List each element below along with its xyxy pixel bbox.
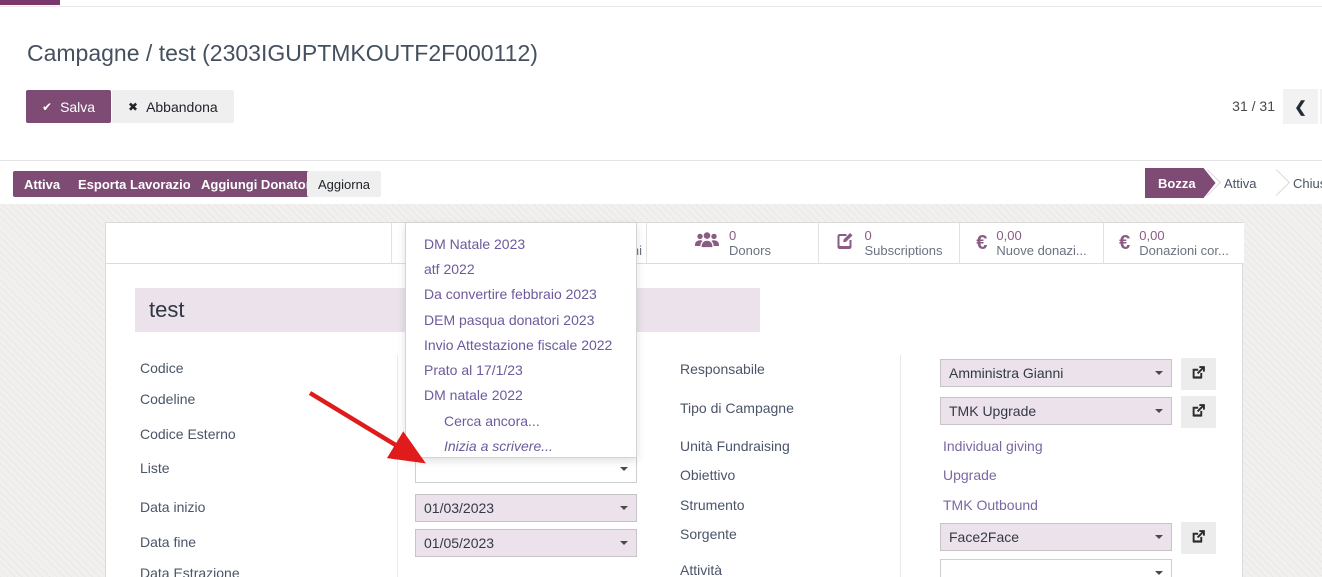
label-tipo-campagne: Tipo di Campagne xyxy=(680,400,794,416)
label-unita-fundraising: Unità Fundraising xyxy=(680,438,790,454)
statusbar-step-attiva[interactable]: Attiva xyxy=(1224,176,1257,191)
label-data-inizio: Data inizio xyxy=(140,499,205,515)
attivita-select[interactable] xyxy=(940,559,1172,577)
external-link-icon xyxy=(1190,528,1207,548)
stat-button-subscriptions[interactable]: 0 Subscriptions xyxy=(818,223,959,263)
dropdown-item[interactable]: atf 2022 xyxy=(406,256,636,281)
label-attivita: Attività xyxy=(680,562,722,577)
euro-icon: € xyxy=(1119,232,1130,255)
tipo-campagne-select[interactable]: TMK Upgrade xyxy=(940,397,1172,425)
tipo-campagne-value: TMK Upgrade xyxy=(949,403,1036,419)
header-divider xyxy=(0,160,1322,161)
label-codice-esterno: Codice Esterno xyxy=(140,426,236,442)
stat-subscriptions-value: 0 xyxy=(864,228,942,243)
strumento-link[interactable]: TMK Outbound xyxy=(943,497,1038,513)
caret-down-icon xyxy=(620,506,628,510)
dropdown-item[interactable]: Invio Attestazione fiscale 2022 xyxy=(406,332,636,357)
edit-note-icon xyxy=(835,231,855,255)
discard-button[interactable]: ✖ Abbandona xyxy=(112,90,234,123)
save-button[interactable]: ✔ Salva xyxy=(26,90,111,123)
stat-correnti-value: 0,00 xyxy=(1139,228,1229,243)
responsabile-select[interactable]: Amministra Gianni xyxy=(940,359,1172,387)
pager-prev-button[interactable]: ❮ xyxy=(1283,89,1318,124)
stat-correnti-label: Donazioni cor... xyxy=(1139,243,1229,258)
stat-button-row: ni 0 Donors xyxy=(106,223,1242,264)
check-icon: ✔ xyxy=(42,100,52,114)
stat-subscriptions-label: Subscriptions xyxy=(864,243,942,258)
dropdown-item[interactable]: Da convertire febbraio 2023 xyxy=(406,282,636,307)
stat-button-donazioni-correnti[interactable]: € 0,00 Donazioni cor... xyxy=(1103,223,1244,263)
stat-button-donors[interactable]: 0 Donors xyxy=(646,223,818,263)
close-icon: ✖ xyxy=(128,100,138,114)
label-codeline: Codeline xyxy=(140,391,195,407)
caret-down-icon xyxy=(620,541,628,545)
users-icon xyxy=(694,232,720,254)
save-button-label: Salva xyxy=(60,99,95,115)
discard-button-label: Abbandona xyxy=(146,99,218,115)
unita-fundraising-link[interactable]: Individual giving xyxy=(943,438,1043,454)
label-strumento: Strumento xyxy=(680,497,745,513)
label-codice: Codice xyxy=(140,360,184,376)
data-fine-select[interactable]: 01/05/2023 xyxy=(415,529,637,557)
aggiorna-button[interactable]: Aggiorna xyxy=(307,171,381,197)
caret-down-icon xyxy=(620,467,628,471)
liste-select[interactable] xyxy=(415,455,637,483)
data-fine-value: 01/05/2023 xyxy=(424,535,494,551)
data-inizio-select[interactable]: 01/03/2023 xyxy=(415,494,637,522)
form-group-divider xyxy=(397,355,398,577)
label-sorgente: Sorgente xyxy=(680,526,737,542)
stat-button-nuove-donazioni[interactable]: € 0,00 Nuove donazi... xyxy=(959,223,1103,263)
tipo-campagne-external-link-button[interactable] xyxy=(1181,396,1216,428)
liste-dropdown-menu: DM Natale 2023 atf 2022 Da convertire fe… xyxy=(405,222,637,458)
chevron-left-icon: ❮ xyxy=(1294,99,1307,116)
caret-down-icon xyxy=(1155,535,1163,539)
sorgente-select[interactable]: Face2Face xyxy=(940,523,1172,551)
dropdown-item[interactable]: Prato al 17/1/23 xyxy=(406,357,636,382)
statusbar-step-chiuso[interactable]: Chiuso xyxy=(1293,176,1322,191)
caret-down-icon xyxy=(1155,371,1163,375)
app-menu-strip[interactable] xyxy=(0,0,60,5)
external-link-icon xyxy=(1190,364,1207,384)
responsabile-external-link-button[interactable] xyxy=(1181,358,1216,390)
caret-down-icon xyxy=(1155,571,1163,575)
topbar-divider xyxy=(0,6,1322,7)
caret-down-icon xyxy=(1155,409,1163,413)
dropdown-search-more[interactable]: Cerca ancora... xyxy=(406,408,636,433)
label-data-fine: Data fine xyxy=(140,534,196,550)
dropdown-type-hint: Inizia a scrivere... xyxy=(406,433,636,458)
sorgente-external-link-button[interactable] xyxy=(1181,522,1216,554)
breadcrumb: Campagne / test (2303IGUPTMKOUTF2F000112… xyxy=(27,40,538,67)
dropdown-item[interactable]: DM natale 2022 xyxy=(406,383,636,408)
label-data-estrazione: Data Estrazione xyxy=(140,565,240,577)
stat-donors-value: 0 xyxy=(729,228,771,243)
pager-value: 31 / 31 xyxy=(1190,98,1275,114)
aggiungi-donatori-button[interactable]: Aggiungi Donatori xyxy=(190,171,325,197)
euro-icon: € xyxy=(976,232,987,255)
label-liste: Liste xyxy=(140,460,170,476)
external-link-icon xyxy=(1190,402,1207,422)
dropdown-item[interactable]: DEM pasqua donatori 2023 xyxy=(406,307,636,332)
label-obiettivo: Obiettivo xyxy=(680,467,735,483)
stat-donors-label: Donors xyxy=(729,243,771,258)
data-inizio-value: 01/03/2023 xyxy=(424,500,494,516)
stat-nuove-label: Nuove donazi... xyxy=(996,243,1086,258)
campaign-form-page: Campagne / test (2303IGUPTMKOUTF2F000112… xyxy=(0,0,1322,577)
responsabile-value: Amministra Gianni xyxy=(949,365,1063,381)
form-group-divider xyxy=(900,355,901,577)
dropdown-item[interactable]: DM Natale 2023 xyxy=(406,231,636,256)
label-responsabile: Responsabile xyxy=(680,361,765,377)
stat-nuove-value: 0,00 xyxy=(996,228,1086,243)
attiva-button[interactable]: Attiva xyxy=(13,171,71,197)
sorgente-value: Face2Face xyxy=(949,529,1019,545)
obiettivo-link[interactable]: Upgrade xyxy=(943,467,997,483)
statusbar-chevron-icon xyxy=(1263,169,1290,196)
